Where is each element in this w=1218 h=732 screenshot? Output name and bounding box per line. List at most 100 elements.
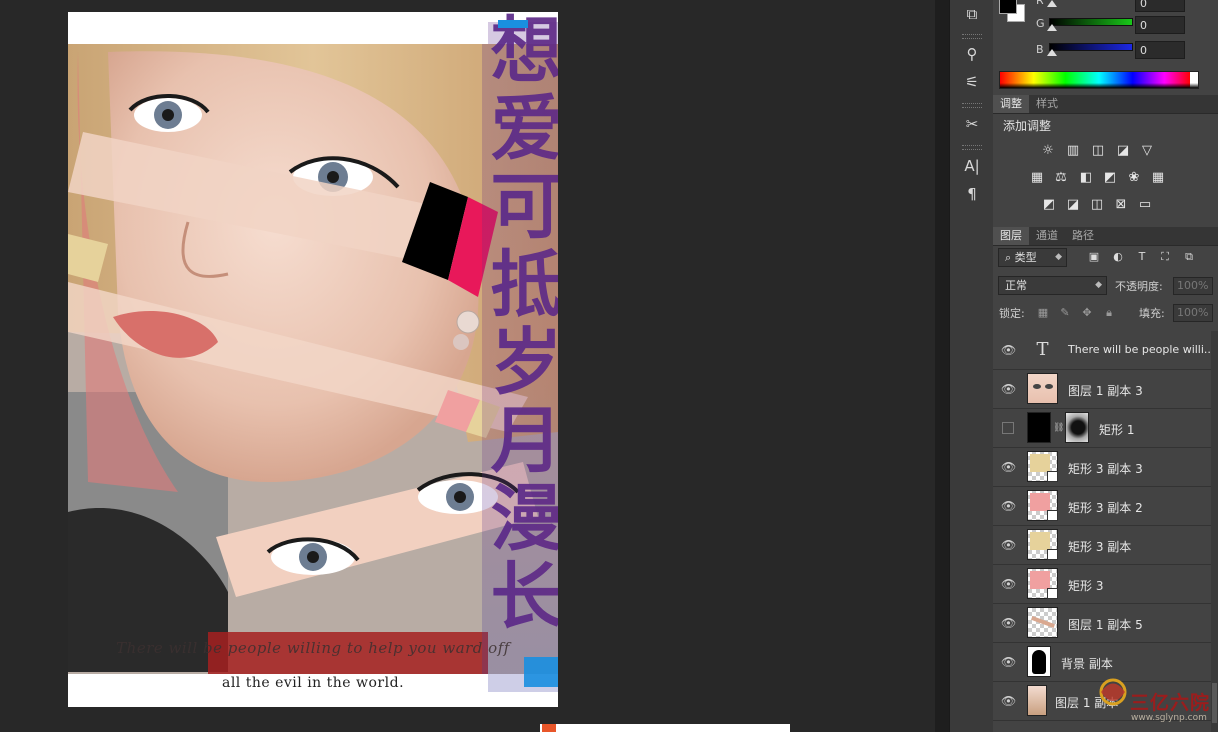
- slider-thumb-b[interactable]: [1047, 49, 1057, 56]
- layer-row[interactable]: 👁︎ 矩形 3 副本: [993, 526, 1211, 565]
- black-white-icon[interactable]: ◧: [1077, 168, 1095, 186]
- eye-icon[interactable]: 👁︎: [1001, 499, 1016, 513]
- levels-icon[interactable]: ▥: [1064, 141, 1082, 159]
- layer-row[interactable]: 👁︎ 图层 1 副本 3: [993, 370, 1211, 409]
- layer-thumbnail: [1027, 490, 1058, 521]
- r-value-field[interactable]: 0: [1135, 0, 1185, 12]
- canvas-workspace[interactable]: 想爱可抵岁月漫长 There will be people willing to…: [0, 0, 935, 732]
- tab-channels[interactable]: 通道: [1029, 227, 1065, 245]
- layer-row[interactable]: ⛓ 矩形 1: [993, 409, 1211, 448]
- tools-icon[interactable]: ✂: [958, 112, 986, 136]
- fill-field[interactable]: 100%: [1173, 304, 1213, 322]
- curves-icon[interactable]: ◫: [1089, 141, 1107, 159]
- mask-thumbnail[interactable]: [1065, 412, 1089, 443]
- lock-all-icon[interactable]: 🔒︎: [1102, 306, 1116, 320]
- hue-saturation-icon[interactable]: ▦: [1028, 168, 1046, 186]
- character-icon[interactable]: A|: [958, 154, 986, 178]
- exposure-icon[interactable]: ◪: [1114, 141, 1132, 159]
- b-value-field[interactable]: 0: [1135, 41, 1185, 59]
- taskbar-strip: [540, 724, 790, 732]
- chevron-down-icon: ◆: [1055, 252, 1062, 262]
- brightness-icon[interactable]: ☼: [1039, 141, 1057, 159]
- color-balance-icon[interactable]: ⚖: [1052, 168, 1070, 186]
- selective-color-icon[interactable]: ⊠: [1112, 195, 1130, 213]
- watermark-text: 三亿六院: [1130, 692, 1211, 714]
- filter-smart-object-icon[interactable]: ⧉: [1182, 250, 1196, 264]
- layer-thumbnail: [1027, 412, 1051, 443]
- gradient-map-icon[interactable]: ▭: [1136, 195, 1154, 213]
- eye-icon[interactable]: 👁︎: [1001, 694, 1016, 708]
- panel-grip[interactable]: [962, 34, 982, 39]
- text-layer-icon: T: [1036, 339, 1049, 360]
- filter-pixel-icon[interactable]: ▣: [1087, 250, 1101, 264]
- layer-name: 图层 1 副本 5: [1068, 618, 1143, 632]
- tab-adjustments[interactable]: 调整: [993, 95, 1029, 113]
- link-icon[interactable]: ⛓: [1053, 423, 1064, 433]
- layer-name: 矩形 3 副本 2: [1068, 501, 1143, 515]
- layer-thumbnail: [1027, 607, 1058, 638]
- photo-filter-icon[interactable]: ◩: [1101, 168, 1119, 186]
- g-value-field[interactable]: 0: [1135, 16, 1185, 34]
- eye-icon[interactable]: 👁︎: [1001, 343, 1016, 357]
- opacity-label: 不透明度:: [1115, 280, 1163, 293]
- panel-icon-strip: ⧉ ⚲ ⚟ ✂ A| ¶: [949, 0, 995, 732]
- tab-paths[interactable]: 路径: [1065, 227, 1101, 245]
- layer-thumbnail: [1027, 529, 1058, 560]
- lock-transparent-icon[interactable]: ▦: [1036, 306, 1050, 320]
- slider-thumb-g[interactable]: [1047, 24, 1057, 31]
- eye-icon[interactable]: 👁︎: [1001, 577, 1016, 591]
- layer-row[interactable]: 👁︎ T There will be people willi...: [993, 331, 1211, 370]
- lock-position-icon[interactable]: ✥: [1080, 306, 1094, 320]
- eye-icon[interactable]: 👁︎: [1001, 655, 1016, 669]
- layer-filter-dropdown[interactable]: ⌕ 类型 ◆: [998, 248, 1067, 267]
- foreground-color-swatch[interactable]: [999, 0, 1017, 14]
- paragraph-icon[interactable]: ¶: [958, 182, 986, 206]
- history-icon[interactable]: ⧉: [958, 2, 986, 26]
- layer-row[interactable]: 👁︎ 矩形 3 副本 2: [993, 487, 1211, 526]
- layer-row[interactable]: 👁︎ 矩形 3 副本 3: [993, 448, 1211, 487]
- eye-icon[interactable]: 👁︎: [1001, 382, 1016, 396]
- blend-mode-dropdown[interactable]: 正常 ◆: [998, 276, 1107, 295]
- poster-artwork: 想爱可抵岁月漫长: [68, 12, 558, 707]
- layer-name: 矩形 3 副本 3: [1068, 462, 1143, 476]
- threshold-icon[interactable]: ◫: [1088, 195, 1106, 213]
- panel-grip[interactable]: [962, 145, 982, 150]
- tab-layers[interactable]: 图层: [993, 227, 1029, 245]
- layer-row[interactable]: 👁︎ 图层 1 副本 5: [993, 604, 1211, 643]
- shape-layer-icon: [1047, 588, 1058, 599]
- right-panels: R 0 G 0 B 0 调整 样式 添加调整 ☼ ▥ ◫ ◪ ▽ ▦ ⚖ ◧ ◩…: [993, 0, 1218, 732]
- slider-track-g[interactable]: [1049, 18, 1133, 26]
- slider-track-b[interactable]: [1049, 43, 1133, 51]
- panel-grip[interactable]: [962, 103, 982, 108]
- color-spectrum-bar[interactable]: [999, 71, 1199, 89]
- brush-presets-icon[interactable]: ⚲: [958, 42, 986, 66]
- caption-line-2: all the evil in the world.: [221, 675, 405, 691]
- layer-name: There will be people willi...: [1068, 343, 1211, 356]
- shape-layer-icon: [1047, 471, 1058, 482]
- visibility-toggle[interactable]: [1002, 422, 1014, 434]
- slider-thumb-r[interactable]: [1047, 0, 1057, 7]
- lock-pixels-icon[interactable]: ✎: [1058, 306, 1072, 320]
- adjustments-tabbar: 调整 样式: [993, 95, 1218, 114]
- document-canvas[interactable]: 想爱可抵岁月漫长 There will be people willing to…: [68, 12, 558, 707]
- vibrance-icon[interactable]: ▽: [1138, 141, 1156, 159]
- layer-thumbnail: [1027, 373, 1058, 404]
- layer-name: 矩形 1: [1099, 423, 1135, 437]
- channel-mixer-icon[interactable]: ❀: [1125, 168, 1143, 186]
- add-adjustment-label: 添加调整: [1003, 119, 1052, 133]
- watermark-url: www.sglynp.com: [1131, 713, 1207, 723]
- properties-icon[interactable]: ⚟: [958, 70, 986, 94]
- filter-type-icon[interactable]: T: [1135, 250, 1149, 264]
- taskbar-app-icon[interactable]: [542, 724, 556, 732]
- filter-adjustment-icon[interactable]: ◐: [1111, 250, 1125, 264]
- layer-row[interactable]: 👁︎ 矩形 3: [993, 565, 1211, 604]
- eye-icon[interactable]: 👁︎: [1001, 538, 1016, 552]
- color-lookup-icon[interactable]: ▦: [1149, 168, 1167, 186]
- tab-styles[interactable]: 样式: [1029, 95, 1065, 113]
- opacity-field[interactable]: 100%: [1173, 277, 1213, 295]
- invert-icon[interactable]: ◩: [1040, 195, 1058, 213]
- eye-icon[interactable]: 👁︎: [1001, 460, 1016, 474]
- filter-shape-icon[interactable]: ⛶: [1158, 250, 1172, 264]
- posterize-icon[interactable]: ◪: [1064, 195, 1082, 213]
- eye-icon[interactable]: 👁︎: [1001, 616, 1016, 630]
